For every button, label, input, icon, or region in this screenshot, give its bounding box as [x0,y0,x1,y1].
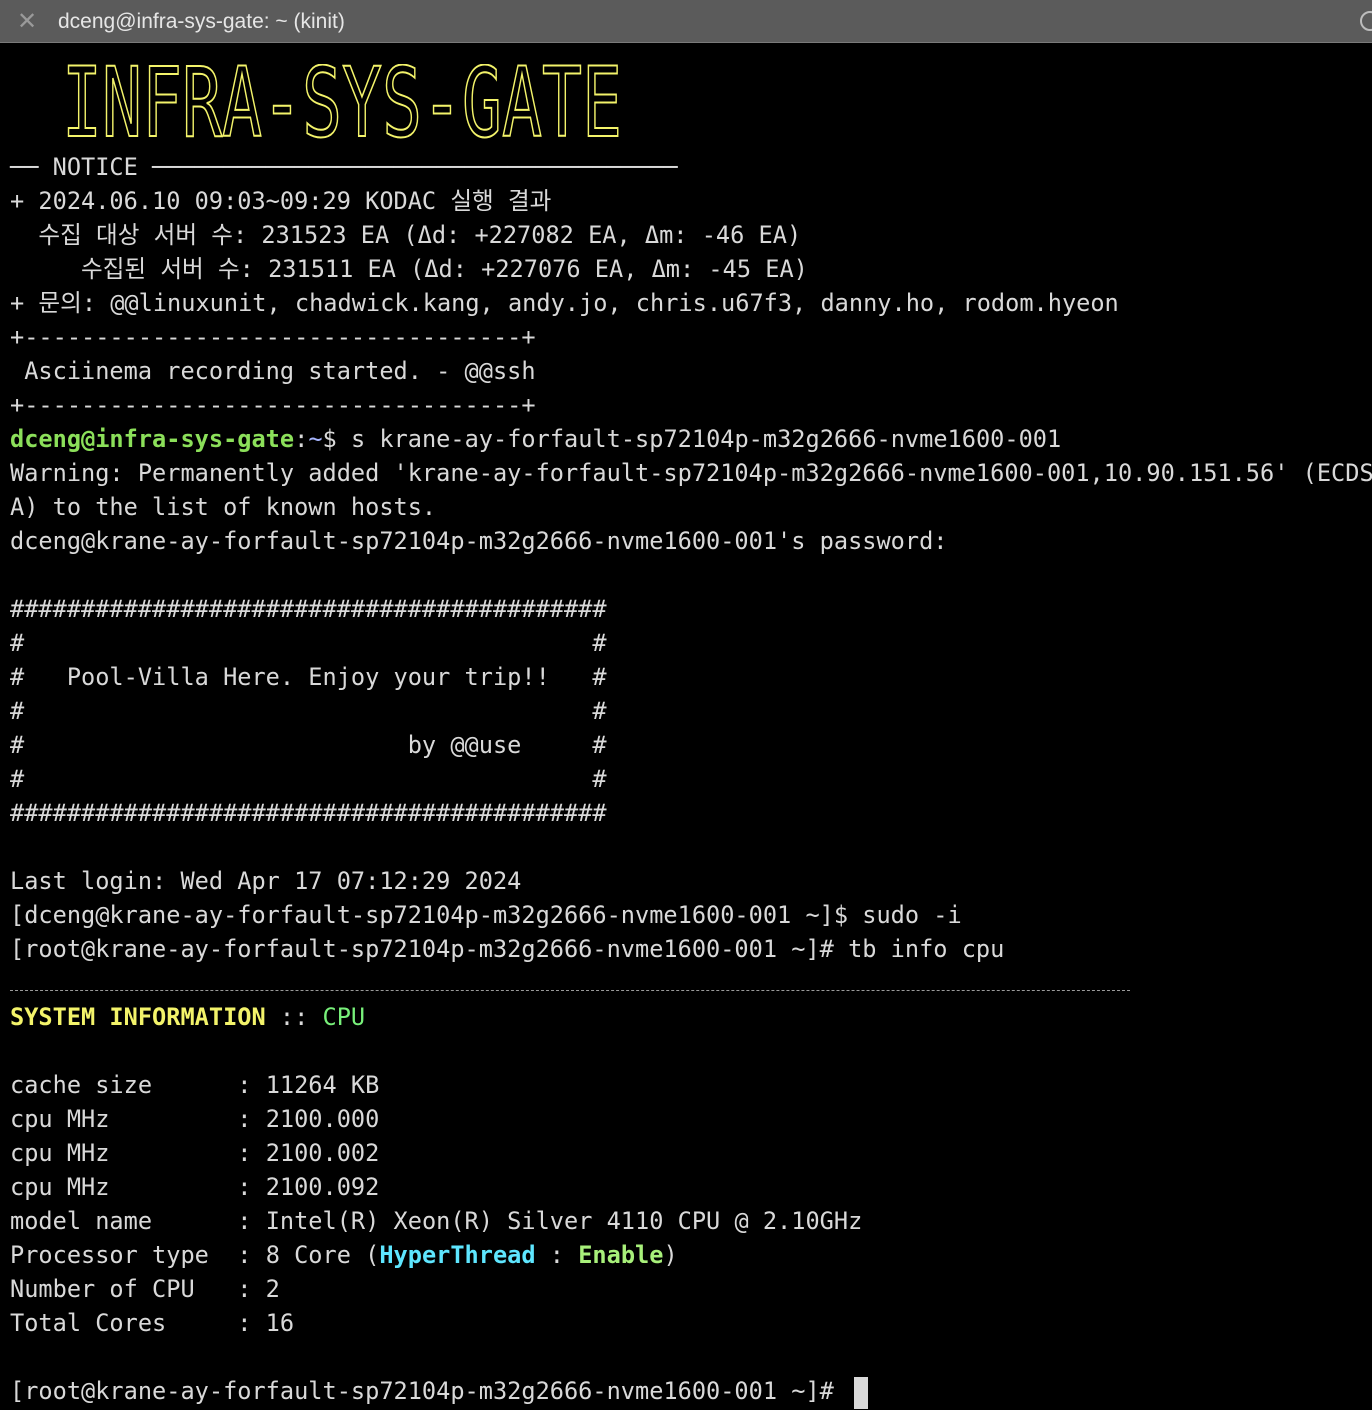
final-prompt-line[interactable]: [root@krane-ay-forfault-sp72104p-m32g266… [10,1374,1370,1409]
motd-line: ########################################… [10,799,607,827]
sysinfo-row: cache size : 11264 KB [10,1068,1370,1102]
notice-line: 수집 대상 서버 수: 231523 EA (Δd: +227082 EA, Δ… [10,221,802,249]
motd-line: # # [10,697,607,725]
terminal-cursor [854,1376,869,1409]
motd-line: ########################################… [10,595,607,623]
ssh-command: s krane-ay-forfault-sp72104p-m32g2666-nv… [350,425,1062,453]
motd-line: # Pool-Villa Here. Enjoy your trip!! # [10,663,607,691]
window-edge-icon [1360,11,1372,31]
hyperthread-status: Enable [578,1241,664,1269]
notice-line: + 2024.06.10 09:03~09:29 KODAC 실행 결과 [10,187,552,215]
last-login: Last login: Wed Apr 17 07:12:29 2024 [10,867,522,895]
terminal-content[interactable]: INFRA-SYS-GATE ── NOTICE ───────────────… [0,44,1372,1410]
sysinfo-key: cpu MHz [10,1105,238,1133]
close-icon[interactable]: ✕ [14,8,40,34]
notice-line: 수집된 서버 수: 231511 EA (Δd: +227076 EA, Δm:… [10,255,808,283]
sysinfo-title: SYSTEM INFORMATION [10,1003,266,1031]
motd-line: # # [10,629,607,657]
terminal-output: ── NOTICE ──────────────────────────────… [10,150,1372,1409]
sysinfo-value: : 2100.002 [237,1139,380,1167]
asciinema-border: +-----------------------------------+ [10,391,536,419]
sysinfo-key: cpu MHz [10,1139,238,1167]
divider-line [10,966,1370,1000]
infra-sys-gate-banner: INFRA-SYS-GATE [62,64,623,140]
dashed-divider [10,973,1130,991]
notice-header: ── NOTICE ──────────────────────────────… [10,153,678,181]
notice-line: + 문의: @@linuxunit, chadwick.kang, andy.j… [10,289,1119,317]
window-title: dceng@infra-sys-gate: ~ (kinit) [58,10,345,33]
motd-line: # by @@use # [10,731,607,759]
sysinfo-sep: :: [265,1003,323,1031]
final-prompt: [root@krane-ay-forfault-sp72104p-m32g266… [10,1377,849,1405]
terminal-window: ✕ dceng@infra-sys-gate: ~ (kinit) INFRA-… [0,0,1372,1410]
sysinfo-key: Processor type [10,1241,238,1269]
prompt-sep: : [294,425,309,453]
sysinfo-row: Number of CPU : 2 [10,1275,280,1303]
ssh-warning: Warning: Permanently added 'krane-ay-for… [10,459,1372,487]
sysinfo-value: ) [663,1241,678,1269]
ssh-warning: A) to the list of known hosts. [10,493,437,521]
motd-line: # # [10,765,607,793]
sysinfo-row: Processor type : 8 Core (HyperThread : E… [10,1238,1370,1272]
banner-text: INFRA-SYS-GATE [62,64,622,140]
sysinfo-row: cpu MHz : 2100.092 [10,1170,1370,1204]
sysinfo-title-line: SYSTEM INFORMATION :: CPU [10,1000,1370,1034]
sysinfo-key: cache size [10,1071,238,1099]
asciinema-message: Asciinema recording started. - @@ssh [10,357,536,385]
title-bar: ✕ dceng@infra-sys-gate: ~ (kinit) [0,0,1372,43]
sysinfo-value: : Intel(R) Xeon(R) Silver 4110 CPU @ 2.1… [237,1207,863,1235]
sysinfo-key: cpu MHz [10,1173,238,1201]
prompt-dollar: $ [322,425,351,453]
sysinfo-row: cpu MHz : 2100.000 [10,1102,1370,1136]
sysinfo-key: model name [10,1207,238,1235]
sysinfo-value: : 11264 KB [237,1071,380,1099]
sysinfo-row: Total Cores : 16 [10,1309,295,1337]
password-prompt: dceng@krane-ay-forfault-sp72104p-m32g266… [10,527,948,555]
sysinfo-sep: : [535,1241,579,1269]
sysinfo-row: cpu MHz : 2100.002 [10,1136,1370,1170]
tb-info-line: [root@krane-ay-forfault-sp72104p-m32g266… [10,935,1005,963]
sysinfo-row: model name : Intel(R) Xeon(R) Silver 411… [10,1204,1370,1238]
sysinfo-value: : 2100.000 [237,1105,380,1133]
hyperthread-label: HyperThread [379,1241,536,1269]
sysinfo-value: : 2100.092 [237,1173,380,1201]
sysinfo-section: CPU [322,1003,366,1031]
sysinfo-value: : 8 Core ( [237,1241,380,1269]
sudo-line: [dceng@krane-ay-forfault-sp72104p-m32g26… [10,901,962,929]
prompt-user: dceng@infra-sys-gate [10,425,295,453]
ssh-command-line: dceng@infra-sys-gate:~$ s krane-ay-forfa… [10,422,1370,456]
prompt-path: ~ [308,425,323,453]
asciinema-border: +-----------------------------------+ [10,323,536,351]
